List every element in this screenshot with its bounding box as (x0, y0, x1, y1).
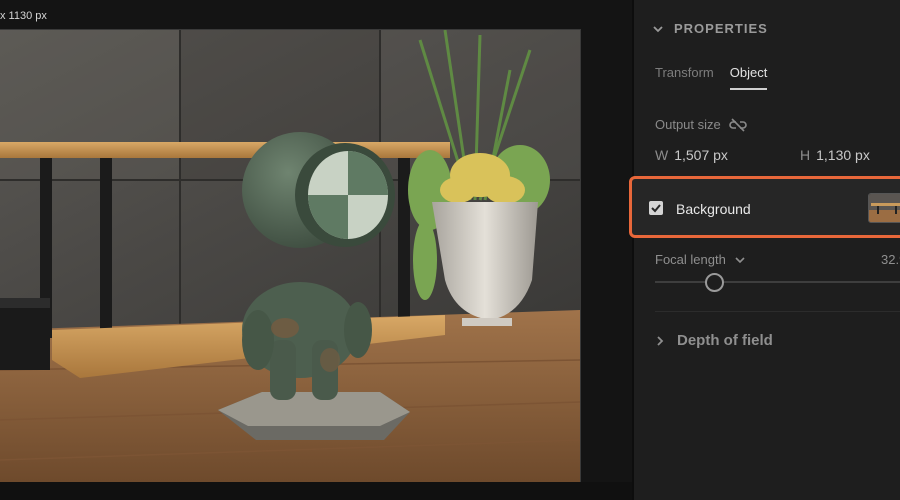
focal-length-label: Focal length (655, 252, 726, 267)
width-value: 1,507 px (674, 147, 728, 163)
depth-of-field-section[interactable]: Depth of field (655, 332, 773, 349)
width-key: W (655, 147, 669, 163)
height-field[interactable]: H 1,130 px (800, 147, 870, 163)
slider-track[interactable] (655, 281, 900, 283)
properties-panel: PROPERTIES Transform Object Output size … (629, 0, 900, 500)
height-value: 1,130 px (816, 147, 870, 163)
unlink-icon[interactable] (729, 117, 747, 132)
focal-length-slider[interactable] (655, 272, 900, 292)
focal-length-value[interactable]: 32.9 (881, 252, 900, 267)
properties-tabs: Transform Object (655, 65, 768, 90)
tab-object[interactable]: Object (729, 65, 768, 90)
background-label: Background (676, 201, 751, 217)
properties-title: PROPERTIES (674, 21, 768, 36)
render-preview-image (0, 30, 580, 482)
chevron-down-icon[interactable] (652, 23, 664, 35)
chevron-right-icon (657, 335, 664, 346)
focal-length-dropdown[interactable]: Focal length (655, 252, 900, 267)
section-divider (655, 311, 900, 312)
depth-of-field-label: Depth of field (677, 332, 773, 349)
tab-transform[interactable]: Transform (655, 65, 714, 90)
properties-section-header[interactable]: PROPERTIES (652, 21, 768, 36)
focal-length-row: Focal length 32.9 (655, 252, 900, 267)
chevron-down-icon (735, 256, 745, 263)
slider-handle[interactable] (705, 273, 724, 292)
background-checkbox[interactable] (649, 201, 663, 215)
background-row[interactable]: Background (629, 176, 900, 238)
viewport: x 1130 px (0, 0, 632, 500)
viewport-bottom-bar (0, 482, 632, 500)
render-canvas[interactable] (0, 29, 581, 483)
output-size-row: Output size (655, 117, 747, 132)
output-size-label: Output size (655, 117, 721, 132)
checkbox-check-icon (651, 204, 661, 213)
canvas-size-label: x 1130 px (0, 10, 47, 22)
background-thumbnail[interactable] (868, 193, 900, 223)
width-field[interactable]: W 1,507 px (655, 147, 728, 163)
height-key: H (800, 147, 811, 163)
